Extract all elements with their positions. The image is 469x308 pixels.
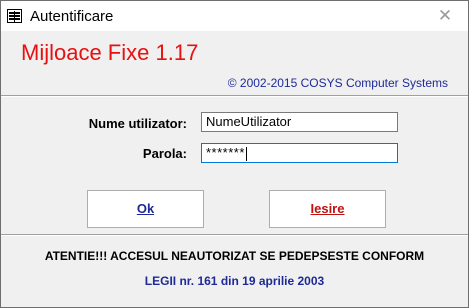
separator-bottom xyxy=(1,234,468,236)
password-label: Parola: xyxy=(142,146,187,161)
ok-button[interactable]: Ok xyxy=(87,190,204,228)
warning-text: ATENTIE!!! ACCESUL NEAUTORIZAT SE PEDEPS… xyxy=(44,249,425,263)
law-reference: LEGII nr. 161 din 19 aprilie 2003 xyxy=(144,274,325,288)
copyright-text: © 2002-2015 COSYS Computer Systems xyxy=(227,76,448,90)
password-mask: ******* xyxy=(206,145,245,160)
username-label: Nume utilizator: xyxy=(88,116,187,131)
close-icon[interactable]: ✕ xyxy=(422,1,468,31)
login-dialog: Autentificare ✕ Mijloace Fixe 1.17 © 200… xyxy=(0,0,469,308)
app-title: Mijloace Fixe 1.17 xyxy=(21,40,199,65)
text-caret xyxy=(245,146,247,161)
title-bar[interactable]: Autentificare ✕ xyxy=(1,1,468,31)
separator-top xyxy=(1,95,468,97)
username-field[interactable]: NumeUtilizator xyxy=(201,112,398,132)
exit-button[interactable]: Iesire xyxy=(269,190,386,228)
form-icon xyxy=(7,9,22,23)
window-title: Autentificare xyxy=(30,8,114,25)
password-field[interactable]: ******* xyxy=(201,143,398,163)
